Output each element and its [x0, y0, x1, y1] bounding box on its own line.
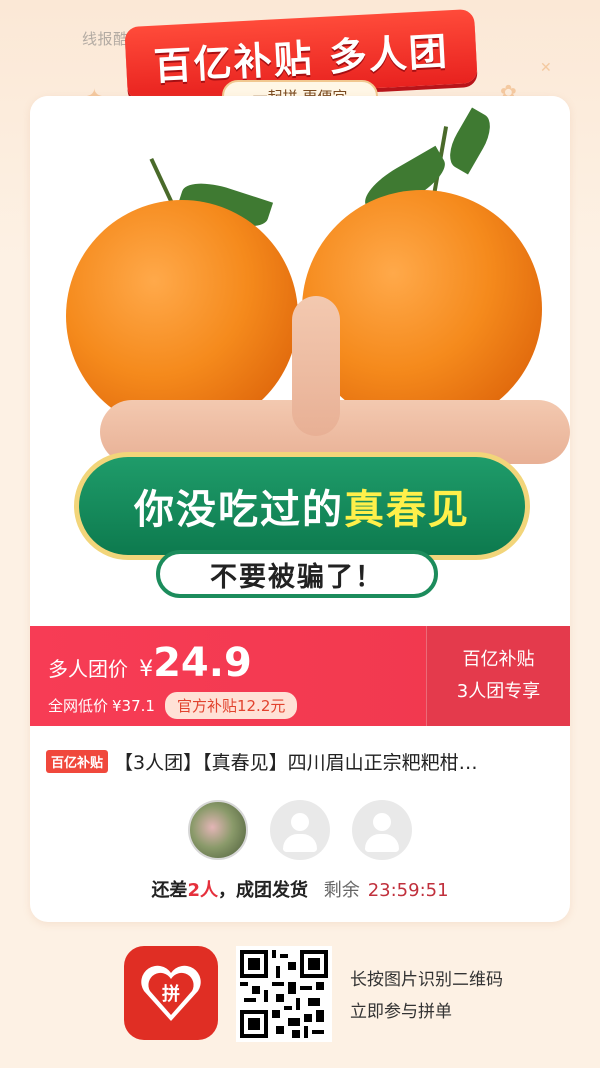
promo-headline: 你没吃过的 真春见 — [74, 452, 530, 560]
pinduoduo-logo: 拼 — [124, 946, 218, 1040]
status-prefix: 还差 — [151, 880, 188, 901]
status-suffix: ，成团发货 — [217, 880, 308, 901]
market-price-label: 全网低价 — [48, 697, 109, 715]
product-title-row[interactable]: 百亿补贴 【3人团】【真春见】四川眉山正宗粑粑柑… — [46, 746, 556, 776]
promo-headline-highlight: 真春见 — [344, 487, 470, 533]
promo-headline-text: 你没吃过的 — [134, 487, 344, 533]
product-image[interactable]: 你没吃过的 真春见 不要被骗了！ — [30, 96, 570, 626]
price-info: 多人团价 ¥24.9 全网低价 ¥37.1 官方补贴12.2元 — [48, 640, 298, 719]
empty-avatar-icon — [352, 800, 412, 860]
subsidy-brand-tag: 百亿补贴 — [46, 749, 109, 773]
footer-line-1: 长按图片识别二维码 — [350, 970, 503, 990]
footer-line-2: 立即参与拼单 — [350, 1002, 452, 1022]
logo-text: 拼 — [162, 984, 180, 1005]
group-status: 还差2人，成团发货 剩余 23:59:51 — [30, 876, 570, 902]
empty-avatar-icon — [270, 800, 330, 860]
price-side-panel: 百亿补贴 3人团专享 — [426, 626, 570, 726]
countdown-timer: 23:59:51 — [367, 880, 449, 901]
product-card[interactable]: 你没吃过的 真春见 不要被骗了！ 多人团价 ¥24.9 全网低价 ¥37.1 官方… — [30, 96, 570, 922]
members-needed: 2人 — [187, 880, 218, 901]
product-title[interactable]: 【3人团】【真春见】四川眉山正宗粑粑柑… — [114, 748, 478, 775]
side-label-1: 百亿补贴 — [462, 649, 535, 670]
group-members — [30, 800, 570, 862]
orange-left — [66, 200, 298, 432]
footer-instructions: 长按图片识别二维码 立即参与拼单 — [350, 964, 503, 1028]
price-currency: ¥ — [139, 657, 154, 682]
qr-code[interactable] — [236, 946, 332, 1042]
sparkle-icon: ✕ — [540, 60, 552, 76]
price-bar: 多人团价 ¥24.9 全网低价 ¥37.1 官方补贴12.2元 百亿补贴 3人团… — [30, 626, 570, 726]
promo-subline: 不要被骗了！ — [156, 550, 438, 598]
price-label: 多人团价 — [48, 657, 128, 681]
remain-label: 剩余 — [323, 880, 360, 901]
subsidy-badge: 官方补贴12.2元 — [164, 692, 298, 719]
price-value: 24.9 — [153, 640, 252, 686]
market-price: ¥37.1 — [112, 696, 155, 715]
thumb — [292, 296, 340, 436]
avatar — [188, 800, 248, 860]
side-label-2: 3人团专享 — [456, 681, 541, 702]
leaf — [442, 107, 498, 175]
